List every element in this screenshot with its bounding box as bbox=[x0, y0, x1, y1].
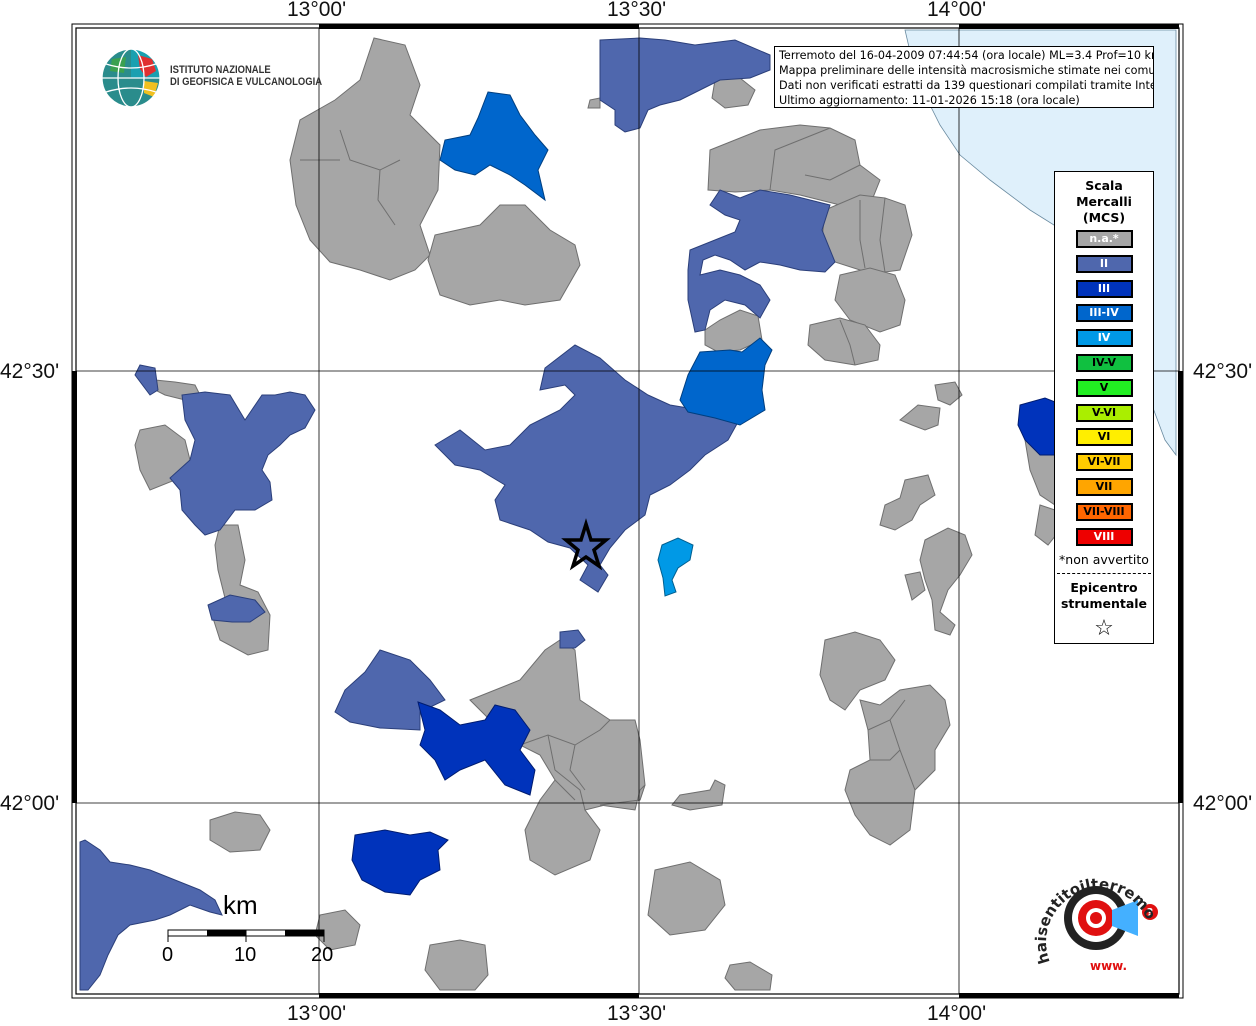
legend-epicenter-label: Epicentro strumentale bbox=[1060, 580, 1148, 612]
right-label-4230: 42°30' bbox=[1193, 360, 1253, 383]
haisentito-logo-graphic: ? haisentitoilterremoto.it www. bbox=[1025, 848, 1160, 973]
legend-item-n-a-: n.a.* bbox=[1075, 230, 1133, 248]
legend-item-v: V bbox=[1075, 378, 1133, 397]
event-info-line-2: Mappa preliminare delle intensità macros… bbox=[779, 64, 1154, 77]
haisentito-logo: ? haisentitoilterremoto.it www. bbox=[1025, 848, 1170, 977]
scale-bar-graphic bbox=[167, 929, 325, 942]
legend-item-iv-v: IV-V bbox=[1075, 353, 1133, 372]
scale-tick-20: 20 bbox=[311, 944, 334, 966]
legend-separator bbox=[1057, 573, 1151, 575]
legend-item-vii: VII bbox=[1075, 477, 1133, 496]
legend-item-iii: III bbox=[1075, 279, 1133, 298]
ingv-name-line-2: DI GEOFISICA E VULCANOLOGIA bbox=[170, 76, 323, 88]
event-info-box: Terremoto del 16-04-2009 07:44:54 (ora l… bbox=[774, 46, 1154, 108]
legend-title: Scala Mercalli (MCS) bbox=[1076, 178, 1132, 225]
scale-tick-10: 10 bbox=[234, 944, 257, 966]
legend-item-iii-iv: III-IV bbox=[1075, 304, 1133, 323]
event-info-line-3: Dati non verificati estratti da 139 ques… bbox=[779, 79, 1154, 92]
scale-bar: km 0 10 20 bbox=[162, 890, 335, 970]
mcs-legend: Scala Mercalli (MCS) n.a.* II III III-IV IV I… bbox=[1054, 171, 1154, 644]
legend-item-v-vi: V-VI bbox=[1075, 403, 1133, 422]
legend-item-viii: VIII bbox=[1075, 527, 1133, 546]
top-label-1300: 13°00' bbox=[287, 0, 347, 21]
ingv-logo: ISTITUTO NAZIONALE DI GEOFISICA E VULCAN… bbox=[100, 47, 323, 111]
left-label-4200: 42°00' bbox=[0, 792, 60, 815]
star-outline-icon: ☆ bbox=[1094, 616, 1114, 642]
intensity-III-areas bbox=[351, 397, 1057, 896]
legend-item-iv: IV bbox=[1075, 329, 1133, 348]
ingv-name-line-1: ISTITUTO NAZIONALE bbox=[170, 64, 271, 76]
left-label-4230: 42°30' bbox=[0, 360, 60, 383]
legend-items: n.a.* II III III-IV IV IV-V V V-VI VI VI-VII VII VI… bbox=[1055, 230, 1153, 546]
top-label-1400: 14°00' bbox=[927, 0, 987, 21]
scale-unit: km bbox=[223, 890, 258, 920]
legend-item-vi-vii: VI-VII bbox=[1075, 453, 1133, 472]
bottom-label-1330: 13°30' bbox=[607, 1002, 667, 1025]
event-info-line-1: Terremoto del 16-04-2009 07:44:54 (ora l… bbox=[779, 49, 1154, 62]
ingv-globe-icon bbox=[101, 48, 161, 108]
bottom-label-1400: 14°00' bbox=[927, 1002, 987, 1025]
legend-item-vii-viii: VII-VIII bbox=[1075, 502, 1133, 521]
legend-note: *non avvertito bbox=[1059, 552, 1149, 568]
scale-tick-0: 0 bbox=[162, 944, 174, 966]
right-label-4200: 42°00' bbox=[1193, 792, 1253, 815]
top-label-1330: 13°30' bbox=[607, 0, 667, 21]
intensity-IV-areas bbox=[657, 537, 694, 597]
bottom-label-1300: 13°00' bbox=[287, 1002, 347, 1025]
legend-item-vi: VI bbox=[1075, 428, 1133, 447]
event-info-line-4: Ultimo aggiornamento: 11-01-2026 15:18 (… bbox=[779, 94, 1080, 107]
legend-item-ii: II bbox=[1075, 254, 1133, 273]
haisentito-www: www. bbox=[1090, 959, 1127, 973]
